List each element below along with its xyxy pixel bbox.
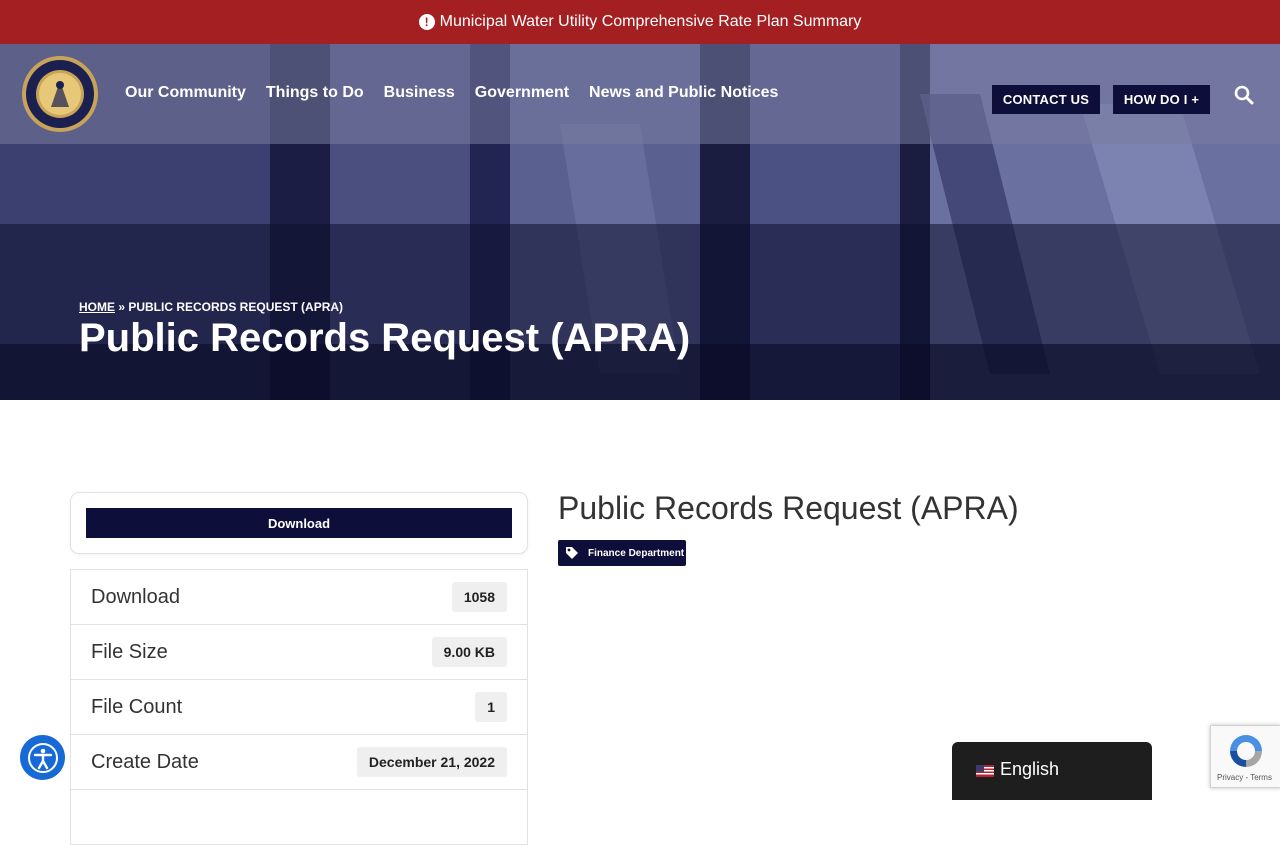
info-label: File Count (91, 696, 183, 718)
nav-government[interactable]: Government (475, 84, 569, 102)
file-info-row-create-date: Create Date December 21, 2022 (71, 735, 527, 790)
accessibility-button[interactable] (20, 735, 65, 780)
info-value-badge: 1 (475, 692, 507, 722)
alert-text[interactable]: Municipal Water Utility Comprehensive Ra… (440, 13, 862, 31)
file-info-row-download: Download 1058 (71, 570, 527, 625)
download-card: Download (70, 492, 528, 554)
recaptcha-icon (1230, 735, 1262, 767)
breadcrumb: HOME » PUBLIC RECORDS REQUEST (APRA) (79, 300, 343, 314)
file-info-row-file-count: File Count 1 (71, 680, 527, 735)
nav-business[interactable]: Business (384, 84, 455, 102)
contact-us-button[interactable]: CONTACT US (992, 85, 1100, 114)
language-switcher[interactable]: English (952, 742, 1152, 800)
file-info-row-partial (71, 790, 527, 845)
info-value-badge: 1058 (451, 582, 507, 612)
download-button[interactable]: Download (86, 508, 512, 538)
breadcrumb-separator: » (115, 300, 129, 314)
category-tag[interactable]: Finance Department (558, 540, 686, 566)
page-title: Public Records Request (APRA) (79, 316, 691, 360)
tag-icon (566, 547, 578, 559)
search-icon[interactable] (1234, 85, 1254, 105)
nav-our-community[interactable]: Our Community (125, 84, 246, 102)
alert-banner[interactable]: ! Municipal Water Utility Comprehensive … (0, 0, 1280, 44)
file-info-row-file-size: File Size 9.00 KB (71, 625, 527, 680)
how-do-i-button[interactable]: HOW DO I + (1113, 85, 1210, 114)
city-seal-logo[interactable] (21, 55, 99, 133)
info-value-badge: December 21, 2022 (356, 747, 507, 777)
document-title: Public Records Request (APRA) (558, 490, 1019, 526)
info-value-badge: 9.00 KB (431, 637, 507, 667)
us-flag-icon (976, 765, 994, 777)
breadcrumb-current: PUBLIC RECORDS REQUEST (APRA) (128, 300, 344, 314)
file-info-list: Download 1058 File Size 9.00 KB File Cou… (70, 569, 528, 845)
info-label: Download (91, 586, 180, 608)
recaptcha-links[interactable]: Privacy - Terms (1217, 773, 1272, 782)
exclamation-circle-icon: ! (418, 14, 435, 30)
accessibility-icon (27, 742, 58, 773)
nav-things-to-do[interactable]: Things to Do (266, 84, 364, 102)
category-tag-label: Finance Department (588, 547, 685, 559)
nav-news-and-public-notices[interactable]: News and Public Notices (589, 84, 778, 102)
info-label: File Size (91, 641, 168, 663)
recaptcha-badge[interactable]: Privacy - Terms (1210, 725, 1280, 788)
main-navigation: Our Community Things to Do Business Gove… (125, 84, 798, 102)
language-label: English (1000, 758, 1060, 779)
info-label: Create Date (91, 751, 199, 773)
breadcrumb-home-link[interactable]: HOME (79, 300, 115, 314)
hero-section: Our Community Things to Do Business Gove… (0, 44, 1280, 400)
